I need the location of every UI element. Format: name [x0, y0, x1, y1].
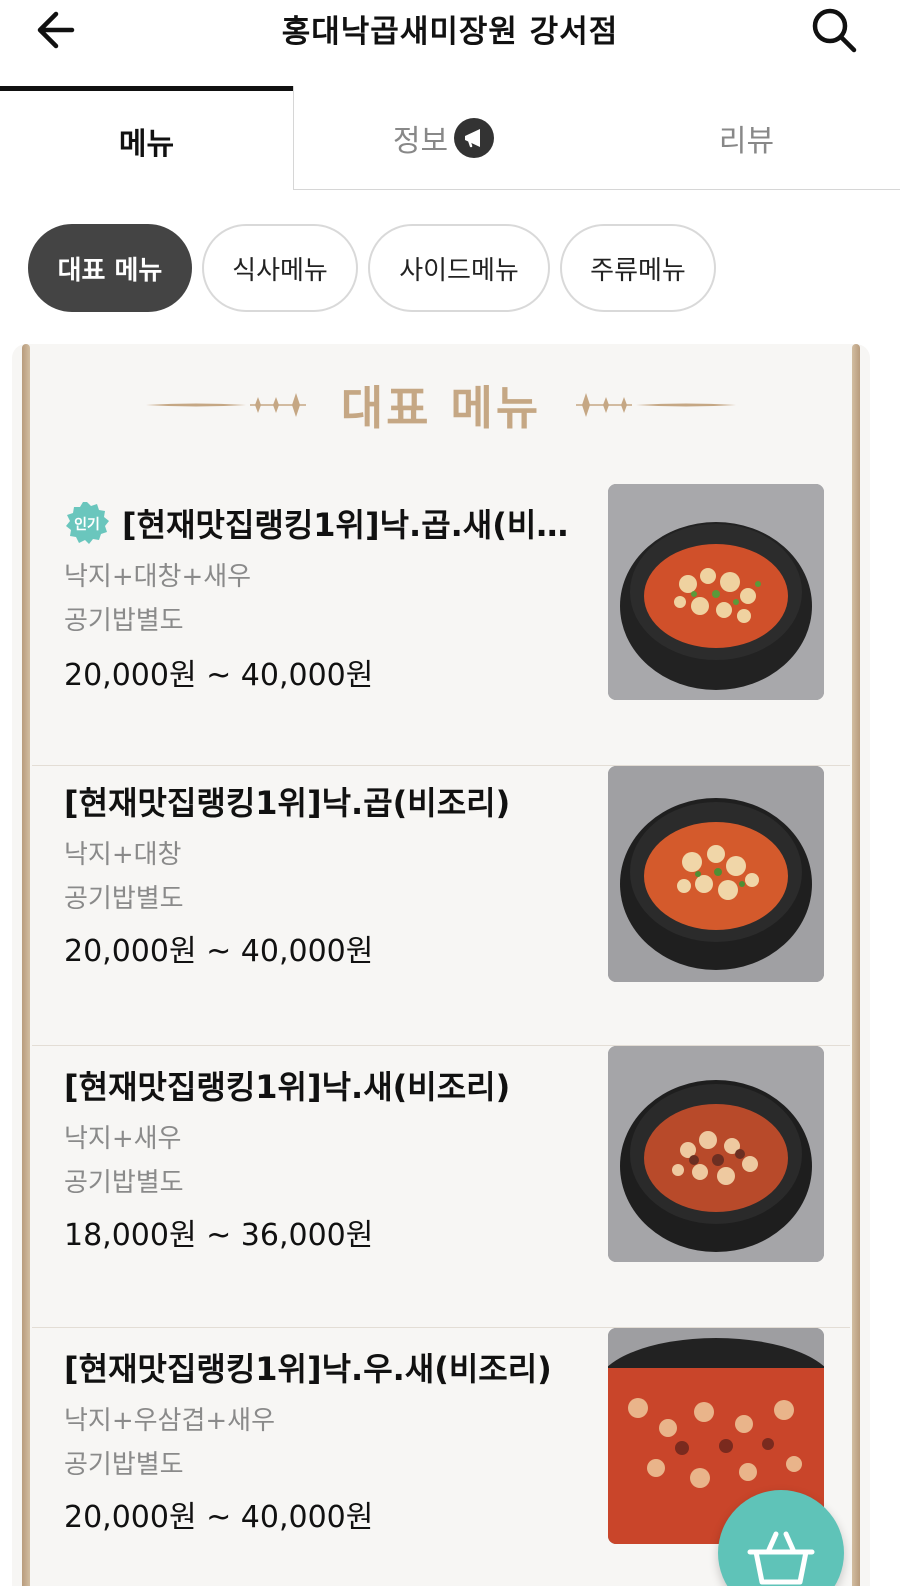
chip-side-menu[interactable]: 사이드메뉴 — [368, 224, 550, 312]
menu-item-name: [현재맛집랭킹1위]낙.곱(비조리) — [64, 784, 511, 822]
menu-item-note: 공기밥별도 — [64, 606, 184, 636]
chip-signature-menu[interactable]: 대표 메뉴 — [28, 224, 192, 312]
arrow-left-icon — [37, 11, 75, 49]
board-title: 대표 메뉴 — [340, 381, 542, 435]
menu-item-name: [현재맛집랭킹1위]낙.곱.새(비조리) — [122, 506, 594, 544]
tab-review-label: 리뷰 — [718, 123, 775, 159]
tab-menu[interactable]: 메뉴 — [0, 86, 293, 190]
menu-item-price: 18,000원 ~ 36,000원 — [64, 1218, 374, 1253]
popular-badge-text: 인기 — [74, 516, 100, 533]
chip-label: 사이드메뉴 — [399, 255, 519, 286]
board-frame-left — [22, 344, 30, 1586]
menu-item[interactable]: [현재맛집랭킹1위]낙.새(비조리) 낙지+새우 공기밥별도 18,000원 ~… — [32, 1046, 850, 1328]
category-chips: 대표 메뉴 식사메뉴 사이드메뉴 주류메뉴 — [28, 224, 716, 312]
chip-meal-menu[interactable]: 식사메뉴 — [202, 224, 358, 312]
back-button[interactable] — [30, 4, 86, 56]
top-app-bar: 홍대낙곱새미장원 강서점 — [0, 0, 900, 88]
search-button[interactable] — [808, 4, 862, 56]
shopping-basket-icon — [747, 1531, 815, 1585]
menu-item-description: 낙지+우삼겹+새우 — [64, 1406, 276, 1436]
ornament-right-icon — [576, 393, 737, 417]
board-frame-right — [852, 344, 860, 1586]
tab-review[interactable]: 리뷰 — [593, 86, 900, 190]
megaphone-icon — [454, 117, 495, 158]
chip-label: 식사메뉴 — [232, 255, 328, 286]
tab-info-label: 정보 — [392, 123, 449, 159]
menu-item-note: 공기밥별도 — [64, 1450, 184, 1480]
menu-item-description: 낙지+대창+새우 — [64, 562, 252, 592]
menu-item-photo[interactable] — [608, 766, 824, 982]
menu-item-price: 20,000원 ~ 40,000원 — [64, 934, 374, 969]
menu-item-name: [현재맛집랭킹1위]낙.우.새(비조리) — [64, 1350, 552, 1388]
store-tabs: 메뉴 정보 리뷰 — [0, 86, 900, 190]
tab-info[interactable]: 정보 — [293, 86, 593, 190]
menu-item-price: 20,000원 ~ 40,000원 — [64, 658, 374, 693]
menu-item-note: 공기밥별도 — [64, 884, 184, 914]
menu-item-name: [현재맛집랭킹1위]낙.새(비조리) — [64, 1068, 511, 1106]
ornament-left-icon — [145, 393, 306, 417]
board-heading: 대표 메뉴 — [12, 372, 870, 438]
cart-button[interactable] — [718, 1490, 844, 1586]
menu-item[interactable]: [현재맛집랭킹1위]낙.곱(비조리) 낙지+대창 공기밥별도 20,000원 ~… — [32, 766, 850, 1046]
menu-item[interactable]: 인기 [현재맛집랭킹1위]낙.곱.새(비조리) 낙지+대창+새우 공기밥별도 2… — [32, 484, 850, 766]
chip-label: 대표 메뉴 — [57, 255, 163, 286]
menu-item-photo[interactable] — [608, 1046, 824, 1262]
menu-item-note: 공기밥별도 — [64, 1168, 184, 1198]
menu-item-description: 낙지+새우 — [64, 1124, 182, 1154]
menu-board: 대표 메뉴 인기 [현재맛집랭킹1위]낙.곱.새(비조리) 낙지+대창+새우 공… — [12, 344, 870, 1586]
search-icon — [812, 8, 857, 53]
menu-item-name-row: 인기 [현재맛집랭킹1위]낙.곱.새(비조리) — [64, 500, 594, 550]
menu-item-photo[interactable] — [608, 484, 824, 700]
chip-drink-menu[interactable]: 주류메뉴 — [560, 224, 716, 312]
popular-badge: 인기 — [64, 500, 110, 546]
page-title: 홍대낙곱새미장원 강서점 — [281, 14, 619, 50]
menu-item-price: 20,000원 ~ 40,000원 — [64, 1500, 374, 1535]
tab-menu-label: 메뉴 — [118, 126, 175, 162]
chip-label: 주류메뉴 — [590, 255, 686, 286]
menu-item-description: 낙지+대창 — [64, 840, 182, 870]
